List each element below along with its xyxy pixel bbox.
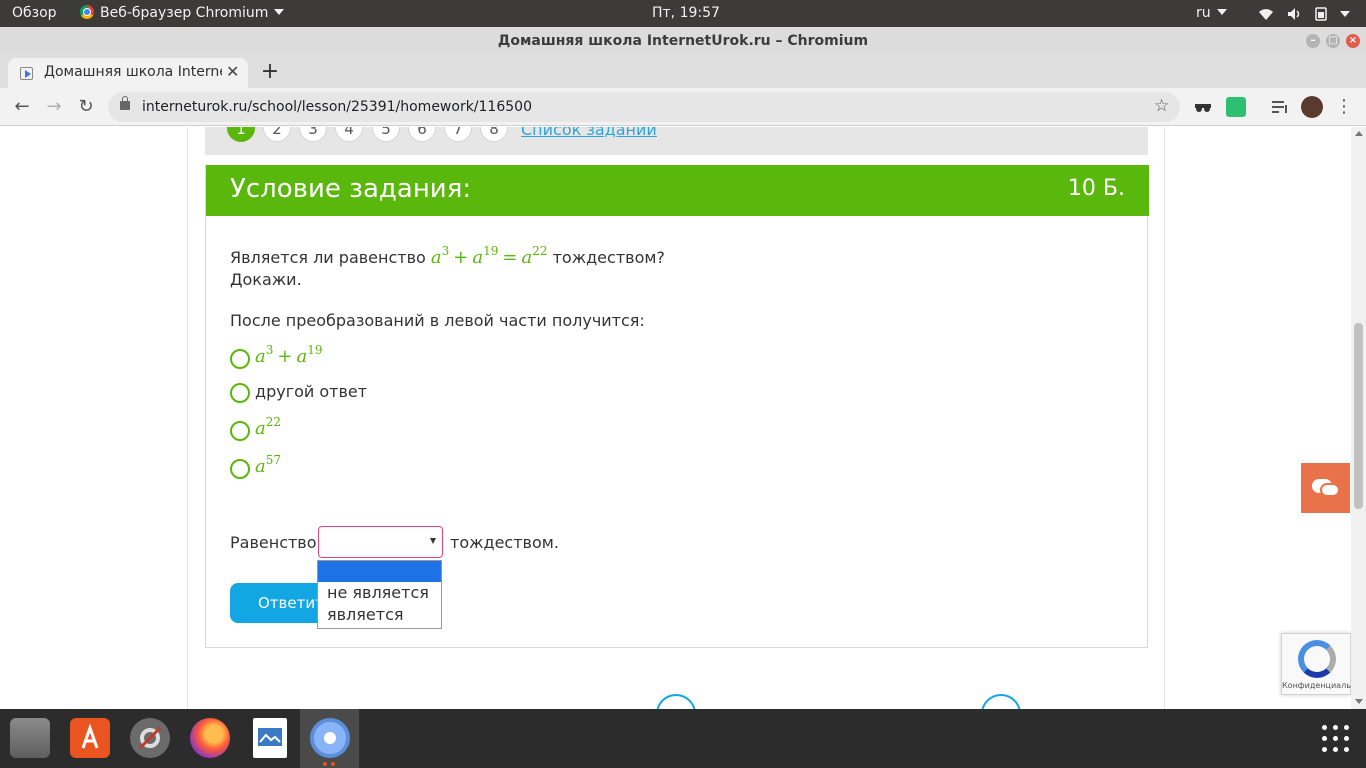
task-number-8[interactable]: 8	[480, 127, 508, 142]
tab-title: Домашняя школа InternetUrok.ru	[44, 64, 222, 80]
close-icon: ×	[1348, 35, 1358, 46]
forward-button[interactable]: →	[41, 94, 67, 120]
chevron-down-icon	[1216, 9, 1227, 15]
dropdown-option-not-is[interactable]: не является	[318, 582, 441, 604]
window-title: Домашняя школа InternetUrok.ru – Chromiu…	[497, 33, 869, 49]
task-header-title: Условие задания:	[230, 174, 472, 204]
scroll-up-arrow-icon[interactable]	[1355, 131, 1363, 136]
equality-label: Равенство	[230, 533, 317, 552]
address-bar[interactable]: interneturok.ru/school/lesson/25391/home…	[108, 92, 1180, 122]
keyboard-layout-label: ru	[1196, 5, 1211, 21]
circle-icon	[981, 694, 1021, 709]
radio-button[interactable]	[230, 383, 250, 403]
url-text[interactable]: interneturok.ru/school/lesson/25391/home…	[142, 92, 1102, 122]
incognito-extension-icon[interactable]	[1193, 97, 1213, 117]
equality-dropdown-list: не является является	[317, 560, 442, 629]
task-number-1[interactable]: 1	[227, 127, 255, 142]
equality-row: Равенство тождеством.	[230, 526, 730, 558]
page-scrollbar[interactable]	[1351, 127, 1366, 709]
back-button[interactable]: ←	[9, 94, 35, 120]
files-icon[interactable]	[10, 718, 50, 758]
close-window-button[interactable]: ×	[1346, 34, 1360, 48]
page-viewport: 1 2 3 4 5 6 7 8 Список заданий Условие з…	[0, 127, 1366, 709]
minimize-button[interactable]: –	[1306, 34, 1320, 48]
task-number-3[interactable]: 3	[299, 127, 327, 142]
firefox-icon[interactable]	[190, 718, 230, 758]
browser-toolbar: ← → ↻ interneturok.ru/school/lesson/2539…	[0, 88, 1366, 126]
close-tab-icon[interactable]: ✕	[226, 62, 239, 81]
settings-icon[interactable]	[130, 718, 170, 758]
app-menu[interactable]: Веб-браузер Chromium	[80, 0, 285, 27]
software-center-icon[interactable]	[70, 718, 110, 758]
task-number-2[interactable]: 2	[263, 127, 291, 142]
recaptcha-badge[interactable]: Конфиденциальность	[1281, 633, 1352, 695]
running-indicator	[323, 762, 327, 766]
task-number-bar: 1 2 3 4 5 6 7 8 Список заданий	[205, 127, 1148, 155]
chromium-icon	[80, 5, 94, 19]
task-number-4[interactable]: 4	[335, 127, 363, 142]
task-header: Условие задания: 10 Б.	[206, 165, 1149, 216]
lock-icon[interactable]	[120, 96, 130, 110]
running-indicator	[331, 762, 335, 766]
equality-select[interactable]	[318, 526, 443, 558]
chat-icon-back	[1320, 483, 1340, 497]
task-number-5[interactable]: 5	[372, 127, 400, 142]
equality-suffix: тождеством.	[450, 533, 559, 552]
volume-icon[interactable]	[1286, 6, 1302, 22]
task-number-6[interactable]: 6	[408, 127, 436, 142]
tab-strip: Домашняя школа InternetUrok.ru ✕ +	[0, 55, 1366, 88]
radio-button[interactable]	[230, 349, 250, 369]
new-tab-button[interactable]: +	[256, 60, 284, 86]
reload-button[interactable]: ↻	[73, 94, 99, 120]
wifi-icon[interactable]	[1258, 6, 1274, 22]
system-menu-icon[interactable]	[1314, 6, 1330, 22]
option-1-label: a3 + a19	[255, 343, 323, 367]
favicon-icon	[20, 67, 33, 80]
option-2-label: другой ответ	[255, 382, 368, 401]
task-points: 10 Б.	[1067, 176, 1125, 201]
maximize-icon: □	[1328, 35, 1338, 46]
clock[interactable]: Пт, 19:57	[652, 0, 720, 27]
system-top-bar: Обзор Веб-браузер Chromium Пт, 19:57 ru	[0, 0, 1366, 27]
question-text: Является ли равенство a3 + a19 = a22 тождест…	[230, 240, 665, 291]
chevron-down-icon[interactable]	[1340, 11, 1350, 17]
option-3-label: a22	[255, 415, 282, 439]
tab-interneturok[interactable]: Домашняя школа InternetUrok.ru ✕	[8, 58, 248, 88]
question-line2: Докажи.	[230, 270, 302, 289]
dropdown-option-is[interactable]: является	[318, 604, 441, 626]
radio-button[interactable]	[230, 459, 250, 479]
maximize-button[interactable]: □	[1326, 34, 1340, 48]
recaptcha-logo-icon	[1298, 640, 1336, 678]
question-formula: a3 + a19 = a22	[430, 244, 548, 268]
window-title-bar: Домашняя школа InternetUrok.ru – Chromiu…	[0, 27, 1366, 55]
sub-question: После преобразований в левой части получ…	[230, 311, 645, 330]
task-list-link[interactable]: Список заданий	[521, 127, 657, 139]
minimize-icon: –	[1310, 35, 1316, 46]
recaptcha-text: Конфиденциальность	[1282, 681, 1352, 690]
app-menu-label: Веб-браузер Chromium	[100, 5, 269, 21]
media-controls-icon[interactable]	[1270, 97, 1290, 117]
writer-icon[interactable]	[253, 718, 287, 758]
extension-icon[interactable]	[1226, 97, 1246, 117]
show-applications-icon[interactable]	[1322, 725, 1350, 753]
chat-button[interactable]	[1301, 463, 1350, 513]
question-suffix: тождеством?	[552, 248, 665, 267]
dropdown-arrow-icon	[430, 538, 436, 544]
task-number-7[interactable]: 7	[444, 127, 472, 142]
question-prefix: Является ли равенство	[230, 248, 426, 267]
browser-menu-icon[interactable]: ⋮	[1334, 94, 1354, 120]
option-4-label: a57	[255, 453, 282, 477]
radio-button[interactable]	[230, 421, 250, 441]
profile-avatar[interactable]	[1301, 96, 1323, 118]
bookmark-star-icon[interactable]: ☆	[1154, 96, 1169, 116]
scroll-down-arrow-icon[interactable]	[1355, 699, 1363, 704]
taskbar-dock	[0, 709, 1366, 768]
keyboard-layout[interactable]: ru	[1196, 0, 1227, 27]
chromium-dock-icon[interactable]	[310, 718, 350, 758]
scrollbar-thumb[interactable]	[1354, 323, 1363, 509]
activities-button[interactable]: Обзор	[12, 0, 57, 27]
chevron-down-icon	[274, 9, 285, 15]
circle-icon	[656, 694, 696, 709]
dropdown-option-empty[interactable]	[318, 561, 441, 582]
